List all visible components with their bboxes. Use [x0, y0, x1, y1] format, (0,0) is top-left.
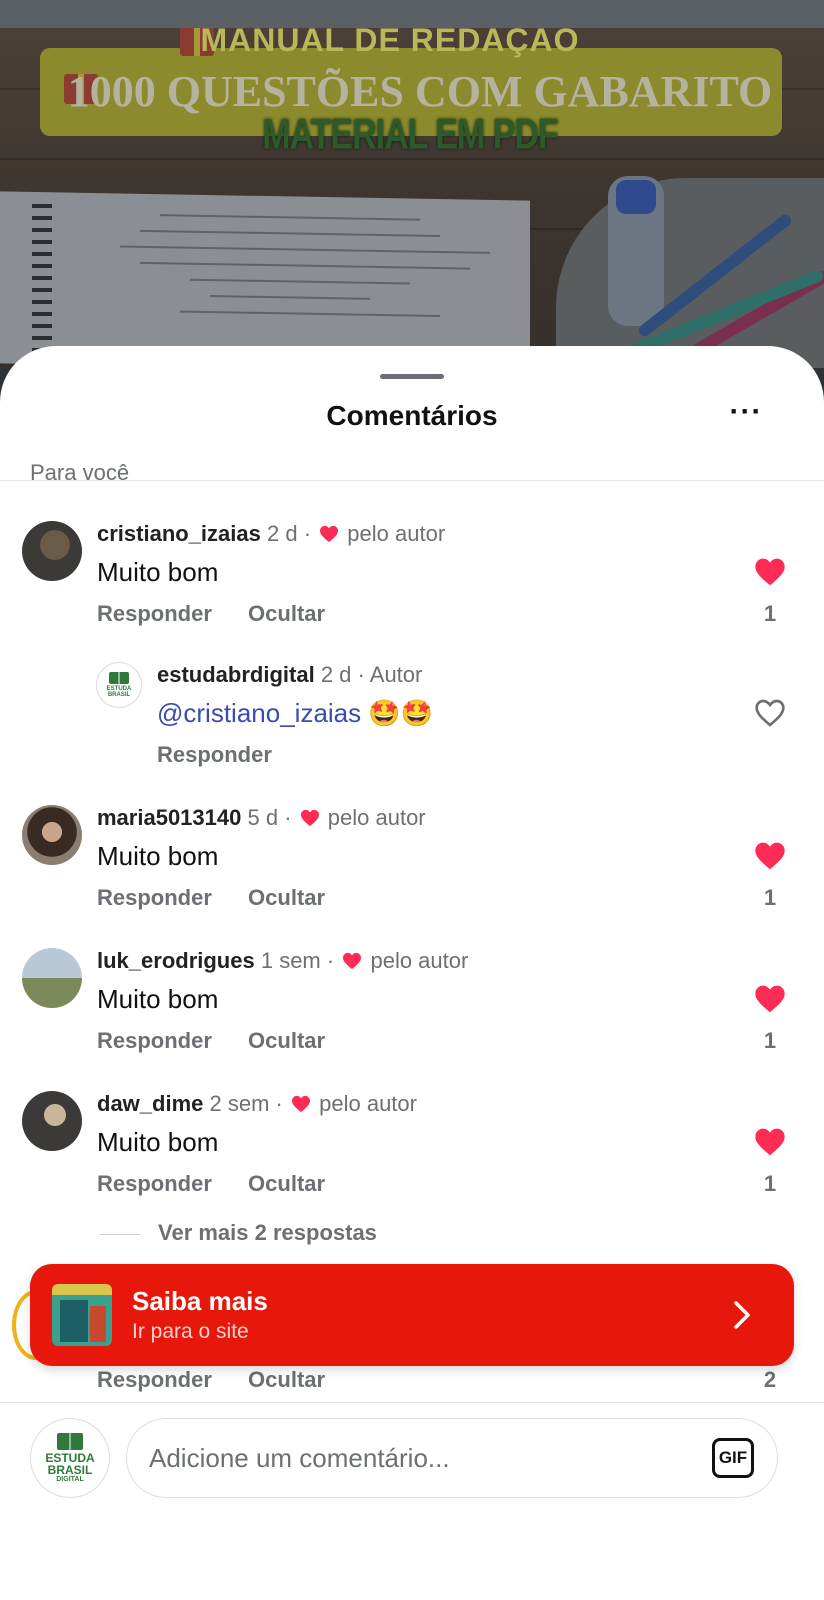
heart-icon[interactable] [754, 841, 786, 871]
username[interactable]: luk_erodrigues [97, 948, 255, 973]
like-count: 1 [763, 601, 777, 626]
separator-dot: · [303, 521, 312, 546]
avatar[interactable]: ESTUDA BRASIL [96, 662, 142, 708]
estuda-brasil-logo: ESTUDA BRASIL [97, 663, 141, 707]
avatar[interactable] [22, 805, 82, 865]
learn-more-cta[interactable]: Saiba mais Ir para o site [30, 1264, 794, 1366]
bottle-cap [616, 180, 656, 214]
comment-actions: Responder Ocultar [97, 885, 355, 911]
comment-text: @cristiano_izaias 🤩🤩 [157, 698, 433, 729]
comment-actions: Responder Ocultar [97, 1171, 355, 1197]
liked-by-author: pelo autor [370, 948, 469, 973]
banner-line-3: MATERIAL EM PDF [262, 111, 558, 159]
heart-icon[interactable] [754, 984, 786, 1014]
like-count: 2 [763, 1367, 777, 1392]
estuda-brasil-logo: ESTUDA BRASIL DIGITAL [31, 1419, 109, 1497]
product-thumbnail [52, 1284, 112, 1346]
heart-icon[interactable] [754, 1127, 786, 1157]
pen-cup-image [556, 178, 824, 368]
liked-by-author: pelo autor [327, 805, 426, 830]
reply-button[interactable]: Responder [97, 1028, 212, 1053]
hide-button[interactable]: Ocultar [248, 1367, 325, 1392]
cta-title: Saiba mais [132, 1286, 268, 1316]
hide-button[interactable]: Ocultar [248, 1171, 325, 1196]
status-bar [0, 0, 824, 28]
heart-icon [292, 1095, 310, 1113]
heart-icon[interactable] [754, 557, 786, 587]
avatar[interactable] [22, 521, 82, 581]
gif-button[interactable]: GIF [712, 1438, 754, 1478]
comment-time: 2 d [320, 662, 352, 687]
like-count: 1 [763, 1028, 777, 1053]
comment-actions: Responder Ocultar [97, 601, 355, 627]
separator-dot: · [284, 805, 292, 830]
hide-button[interactable]: Ocultar [248, 885, 325, 910]
reply-button[interactable]: Responder [97, 885, 212, 910]
comment-time: 5 d [247, 805, 279, 830]
comment-time: 2 d [267, 521, 298, 546]
banner-line-2: 1000 QUESTÕES COM GABARITO [67, 67, 773, 116]
comment-text: Muito bom [97, 1127, 219, 1157]
comment-time: 1 sem [260, 948, 321, 973]
avatar[interactable]: ESTUDA BRASIL DIGITAL [30, 1418, 110, 1498]
liked-by-author: pelo autor [319, 1091, 417, 1116]
emoji-text: 🤩🤩 [368, 698, 434, 728]
hide-button[interactable]: Ocultar [248, 601, 325, 626]
comment-text: Muito bom [97, 557, 219, 587]
username[interactable]: daw_dime [97, 1091, 203, 1116]
comment-time: 2 sem [209, 1091, 270, 1116]
liked-by-author: pelo autor [347, 521, 446, 546]
comment-meta: estudabrdigital 2 d · Autor [157, 662, 422, 688]
sheet-title: Comentários [326, 400, 498, 431]
comment-actions: Responder Ocultar [97, 1028, 355, 1054]
banner-line-1: MANUAL DE REDAÇÃO [200, 28, 580, 58]
heart-icon [320, 525, 339, 543]
notebook-image [0, 191, 530, 368]
separator-dot: · [326, 948, 335, 973]
separator-dot: · [357, 662, 365, 687]
drag-handle[interactable] [380, 374, 444, 379]
heart-icon [343, 952, 362, 970]
comment-meta: luk_erodrigues 1 sem · pelo autor [97, 948, 468, 974]
notebook-spiral [32, 204, 52, 364]
comment-meta: cristiano_izaias 2 d · pelo autor [97, 521, 445, 547]
username[interactable]: cristiano_izaias [97, 521, 261, 546]
comment-text: Muito bom [97, 984, 219, 1014]
like-count: 1 [763, 885, 777, 910]
like-count: 1 [763, 1171, 777, 1196]
heart-icon [300, 809, 319, 827]
comment-meta: maria5013140 5 d · pelo autor [97, 805, 426, 831]
chevron-right-icon [734, 1301, 750, 1329]
separator-dot: · [275, 1091, 283, 1116]
post-background-image: MANUAL DE REDAÇÃO 1000 QUESTÕES COM GABA… [0, 28, 824, 368]
author-tag: Autor [369, 662, 423, 687]
comment-meta: daw_dime 2 sem · pelo autor [97, 1091, 417, 1117]
header-divider [0, 480, 824, 481]
hide-button[interactable]: Ocultar [248, 1028, 325, 1053]
comment-actions: Responder Ocultar [97, 1367, 355, 1393]
username[interactable]: maria5013140 [97, 805, 241, 830]
reply-button[interactable]: Responder [97, 1171, 212, 1196]
reply-button[interactable]: Responder [97, 1367, 212, 1392]
composer-divider [0, 1402, 824, 1403]
filter-dropdown[interactable]: Para você [30, 460, 129, 480]
comment-actions: Responder [157, 742, 302, 768]
view-more-replies-button[interactable]: Ver mais 2 respostas [100, 1220, 377, 1246]
cta-subtitle: Ir para o site [132, 1320, 249, 1343]
comment-input[interactable] [126, 1418, 778, 1498]
heart-outline-icon[interactable] [754, 698, 786, 728]
username[interactable]: estudabrdigital [157, 662, 315, 687]
reply-button[interactable]: Responder [97, 601, 212, 626]
avatar[interactable] [22, 948, 82, 1008]
comment-text: Muito bom [97, 841, 219, 871]
mention-link[interactable]: @cristiano_izaias [157, 698, 361, 728]
avatar[interactable] [22, 1091, 82, 1151]
more-options-button[interactable]: ··· [722, 397, 770, 436]
reply-button[interactable]: Responder [157, 742, 272, 767]
